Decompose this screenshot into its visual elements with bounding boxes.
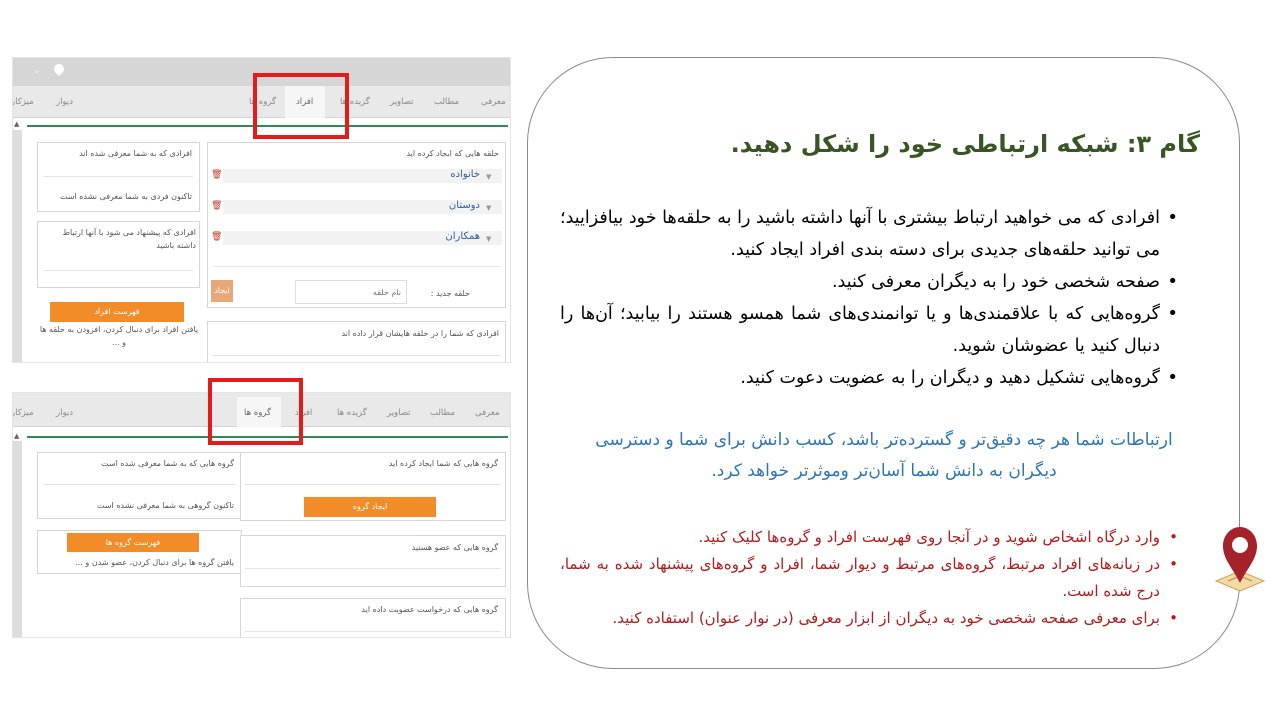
circle-name[interactable]: دوستان bbox=[449, 200, 480, 211]
scrollbar[interactable] bbox=[13, 130, 22, 362]
divider bbox=[213, 266, 501, 267]
tab-desk[interactable]: میزکار bbox=[13, 408, 34, 418]
steps-list: افرادی که می خواهید ارتباط بیشتری با آنه… bbox=[560, 202, 1178, 394]
created-groups-title: گروه هایی که شما ایجاد کرده اید bbox=[388, 459, 498, 468]
scrollbar[interactable] bbox=[13, 441, 22, 637]
introduced-groups-empty: تاکنون گروهی به شما معرفی نشده است bbox=[97, 501, 234, 510]
tab-highlights[interactable]: گزیده ها bbox=[337, 408, 367, 418]
added-you-title: افرادی که شما را در حلقه هایشان قرار داد… bbox=[341, 329, 499, 338]
trash-icon[interactable]: 🗑 bbox=[211, 201, 222, 211]
tab-posts[interactable]: مطالب bbox=[434, 97, 459, 107]
divider bbox=[43, 484, 235, 485]
circle-name[interactable]: همکاران bbox=[445, 231, 480, 242]
tab-introduce[interactable]: معرفی bbox=[481, 97, 506, 107]
list-item: در زبانه‌های افراد مرتبط، گروه‌های مرتبط… bbox=[560, 551, 1178, 605]
tab-introduce[interactable]: معرفی bbox=[475, 408, 500, 418]
caret-down-icon[interactable]: ▼ bbox=[486, 173, 491, 181]
divider bbox=[213, 355, 501, 356]
circle-name[interactable]: خانواده bbox=[450, 169, 480, 180]
map-pin-icon bbox=[1214, 527, 1266, 592]
tab-posts[interactable]: مطالب bbox=[430, 408, 455, 418]
tab-images[interactable]: تصاویر bbox=[390, 97, 414, 107]
requested-groups-title: گروه هایی که درخواست عضویت داده اید bbox=[361, 605, 498, 614]
list-item: وارد درگاه اشخاص شوید و در آنجا روی فهرس… bbox=[560, 524, 1178, 551]
list-item: برای معرفی صفحه شخصی خود به دیگران از اب… bbox=[560, 605, 1179, 632]
list-item: صفحه شخصی خود را به دیگران معرفی کنید. bbox=[560, 266, 1178, 298]
new-circle-label: حلقه جدید : bbox=[430, 289, 470, 298]
people-list-button[interactable]: فهرست افراد bbox=[50, 302, 184, 322]
list-item: گروه‌هایی تشکیل دهید و دیگران را به عضوی… bbox=[560, 362, 1178, 394]
create-circle-button[interactable]: ایجاد bbox=[211, 280, 233, 302]
trash-icon[interactable]: 🗑 bbox=[211, 170, 222, 180]
divider bbox=[245, 484, 501, 485]
divider bbox=[245, 568, 501, 569]
scroll-up-icon[interactable]: ▲ bbox=[14, 432, 19, 440]
suggested-people-title: افرادی که پیشنهاد می شود با آنها ارتباط … bbox=[62, 228, 196, 250]
circles-title: حلقه هایی که ایجاد کرده اید bbox=[406, 149, 499, 158]
divider bbox=[245, 631, 501, 632]
benefit-paragraph: ارتباطات شما هر چه دقیق‌تر و گسترده‌تر ب… bbox=[595, 430, 1173, 481]
member-groups-title: گروه هایی که عضو هستید bbox=[411, 543, 498, 552]
groups-list-hint: یافتن گروه ها برای دنبال کردن، عضو شدن و… bbox=[75, 558, 234, 567]
caret-down-icon[interactable]: ▼ bbox=[486, 204, 491, 212]
divider bbox=[43, 176, 193, 177]
create-group-button[interactable]: ایجاد گروه bbox=[304, 497, 436, 517]
tab-desk[interactable]: میزکار bbox=[13, 97, 34, 107]
introduced-people-title: افرادی که به شما معرفی شده اند bbox=[79, 149, 192, 158]
list-item: افرادی که می خواهید ارتباط بیشتری با آنه… bbox=[560, 202, 1178, 266]
tab-wall[interactable]: دیوار bbox=[56, 408, 73, 418]
tab-images[interactable]: تصاویر bbox=[387, 408, 411, 418]
groups-list-button[interactable]: فهرست گروه ها bbox=[67, 533, 199, 552]
slide-heading: گام ۳: شبکه ارتباطی خود را شکل دهید. bbox=[730, 130, 1200, 158]
trash-icon[interactable]: 🗑 bbox=[211, 232, 222, 242]
location-pin-icon[interactable] bbox=[51, 61, 67, 77]
divider bbox=[43, 270, 193, 271]
added-you-panel bbox=[207, 321, 506, 362]
scroll-up-icon[interactable]: ▲ bbox=[14, 120, 19, 128]
highlight-groups-tab bbox=[208, 378, 303, 445]
requested-groups-panel bbox=[240, 598, 506, 637]
highlight-people-tab bbox=[253, 73, 349, 139]
caret-down-icon[interactable]: ▼ bbox=[486, 235, 491, 243]
tab-wall[interactable]: دیوار bbox=[56, 97, 73, 107]
list-item: گروه‌هایی که با علاقمندی‌ها و یا توانمند… bbox=[560, 298, 1178, 362]
chevron-down-icon[interactable]: ⌄ bbox=[33, 65, 41, 76]
introduced-groups-title: گروه هایی که به شما معرفی شده است bbox=[101, 459, 234, 468]
introduced-people-empty: تاکنون فردی به شما معرفی نشده است bbox=[59, 192, 192, 201]
new-circle-input[interactable] bbox=[295, 280, 407, 304]
tips-list: وارد درگاه اشخاص شوید و در آنجا روی فهرس… bbox=[560, 524, 1178, 632]
people-list-hint: یافتن افراد برای دنبال کردن، افزودن به ح… bbox=[39, 325, 199, 347]
